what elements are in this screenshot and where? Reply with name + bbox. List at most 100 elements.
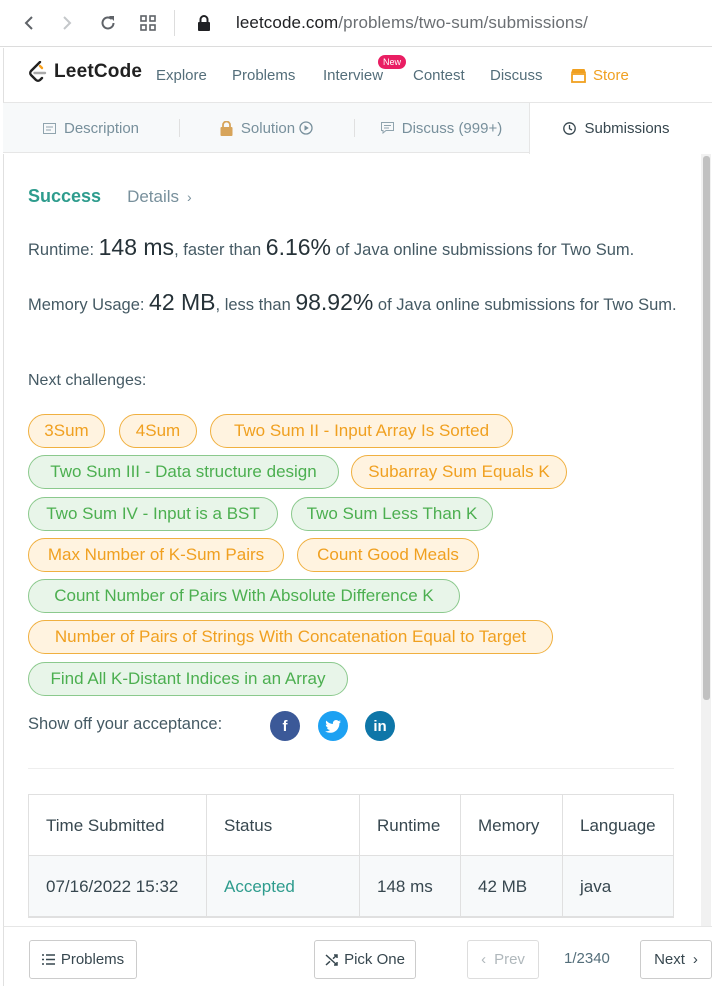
- reload-icon[interactable]: [97, 12, 119, 34]
- runtime-stat: Runtime: 148 ms, faster than 6.16% of Ja…: [28, 234, 688, 263]
- table-header-row: Time Submitted Status Runtime Memory Lan…: [29, 795, 673, 856]
- memory-tail: of Java online submissions for Two Sum.: [373, 296, 677, 314]
- tab-submissions-label: Submissions: [584, 120, 670, 137]
- memory-stat: Memory Usage: 42 MB, less than 98.92% of…: [28, 289, 688, 318]
- forward-arrow-icon[interactable]: [56, 12, 78, 34]
- twitter-bird-icon: [325, 719, 341, 733]
- section-divider: [28, 768, 674, 769]
- memory-label: Memory Usage:: [28, 296, 145, 314]
- runtime-label: Runtime:: [28, 241, 95, 259]
- memory-mid: , less than: [215, 296, 296, 314]
- runtime-value: 148 ms: [98, 234, 175, 260]
- table-header[interactable]: Language: [563, 795, 673, 856]
- browser-toolbar: leetcode.com/problems/two-sum/submission…: [0, 0, 712, 47]
- challenge-chip[interactable]: Two Sum IV - Input is a BST: [28, 497, 278, 531]
- tab-description[interactable]: Description: [3, 103, 179, 153]
- linkedin-glyph: in: [373, 717, 387, 735]
- lock-icon: [220, 120, 233, 136]
- runtime-mid: , faster than: [174, 241, 266, 259]
- challenge-chip[interactable]: Number of Pairs of Strings With Concaten…: [28, 620, 553, 654]
- table-header[interactable]: Runtime: [360, 795, 461, 856]
- share-label: Show off your acceptance:: [28, 715, 223, 733]
- back-arrow-icon[interactable]: [18, 12, 40, 34]
- nav-contest[interactable]: Contest: [413, 67, 465, 84]
- challenge-chip[interactable]: Find All K-Distant Indices in an Array: [28, 662, 348, 696]
- nav-interview[interactable]: Interview: [323, 67, 383, 84]
- comment-icon: [380, 122, 394, 134]
- chevron-right-icon: ›: [187, 189, 192, 205]
- site-navbar: LeetCode Explore Problems Interview New …: [3, 48, 712, 103]
- list-icon: [41, 954, 55, 965]
- toolbar-divider: [174, 10, 175, 36]
- pick-one-button[interactable]: Pick One: [314, 940, 416, 979]
- logo-text: LeetCode: [54, 61, 143, 82]
- challenge-chip[interactable]: Two Sum II - Input Array Is Sorted: [210, 414, 513, 448]
- prev-button[interactable]: ‹ Prev: [467, 940, 539, 979]
- challenge-chip[interactable]: Max Number of K-Sum Pairs: [28, 538, 284, 572]
- new-badge: New: [378, 55, 407, 69]
- nav-explore[interactable]: Explore: [156, 67, 207, 84]
- tab-submissions[interactable]: Submissions: [529, 103, 703, 154]
- pick-one-label: Pick One: [344, 951, 405, 968]
- challenge-chip[interactable]: Count Good Meals: [297, 538, 479, 572]
- leetcode-logo-icon: [29, 61, 47, 82]
- nav-store[interactable]: Store: [570, 67, 629, 84]
- problems-button-label: Problems: [60, 951, 125, 968]
- scrollbar[interactable]: [701, 154, 711, 926]
- tab-discuss-label: Discuss (999+): [401, 119, 503, 137]
- facebook-icon[interactable]: f: [270, 711, 300, 741]
- clock-icon: [563, 122, 577, 135]
- url-path: /problems/two-sum/submissions/: [338, 13, 588, 32]
- details-label: Details: [127, 187, 180, 206]
- address-bar[interactable]: leetcode.com/problems/two-sum/submission…: [236, 13, 588, 33]
- challenge-chip[interactable]: Two Sum Less Than K: [291, 497, 493, 531]
- tab-solution-label: Solution: [240, 119, 296, 137]
- tab-grid-icon[interactable]: [137, 12, 159, 34]
- table-cell-runtime: 148 ms: [360, 856, 461, 917]
- table-header[interactable]: Status: [207, 795, 360, 856]
- result-header: Success Details ›: [28, 186, 192, 207]
- chevron-left-icon: ‹: [481, 951, 487, 968]
- table-cell-language: java: [580, 876, 612, 896]
- page-indicator: 1/2340: [564, 950, 610, 967]
- table-header[interactable]: Memory: [461, 795, 563, 856]
- video-play-icon: [299, 121, 313, 135]
- facebook-glyph: f: [282, 717, 288, 735]
- challenge-chip[interactable]: 3Sum: [28, 414, 105, 448]
- table-cell-memory: 42 MB: [461, 856, 563, 917]
- table-row[interactable]: 07/16/2022 15:32 Accepted 148 ms 42 MB j…: [29, 856, 673, 917]
- runtime-percentile: 6.16%: [265, 234, 331, 260]
- scrollbar-thumb[interactable]: [703, 156, 710, 700]
- challenge-chip[interactable]: Count Number of Pairs With Absolute Diff…: [28, 579, 460, 613]
- problems-list-button[interactable]: Problems: [29, 940, 137, 979]
- twitter-icon[interactable]: [318, 711, 348, 741]
- next-button[interactable]: Next ›: [640, 940, 712, 979]
- description-icon: [42, 122, 56, 134]
- shuffle-icon: [325, 953, 338, 966]
- details-link[interactable]: Details ›: [127, 187, 192, 207]
- table-cell-time: 07/16/2022 15:32: [29, 856, 207, 917]
- tab-discuss[interactable]: Discuss (999+): [354, 103, 529, 153]
- store-label: Store: [593, 67, 629, 84]
- bottom-toolbar: Problems Pick One ‹ Prev 1/2340 Next ›: [3, 926, 712, 986]
- url-host: leetcode.com: [236, 13, 339, 32]
- runtime-tail: of Java online submissions for Two Sum.: [331, 241, 635, 259]
- nav-discuss[interactable]: Discuss: [490, 67, 543, 84]
- lock-icon[interactable]: [193, 12, 215, 34]
- tab-description-label: Description: [63, 119, 140, 137]
- next-challenges-label: Next challenges:: [28, 372, 147, 389]
- challenge-chip[interactable]: Two Sum III - Data structure design: [28, 455, 339, 489]
- challenge-chip[interactable]: Subarray Sum Equals K: [351, 455, 567, 489]
- table-header[interactable]: Time Submitted: [29, 795, 207, 856]
- memory-percentile: 98.92%: [295, 289, 374, 315]
- submission-status: Success: [28, 186, 102, 206]
- memory-value: 42 MB: [149, 289, 216, 315]
- store-icon: [571, 69, 586, 83]
- leetcode-logo[interactable]: LeetCode: [28, 61, 142, 83]
- challenge-chip[interactable]: 4Sum: [119, 414, 197, 448]
- nav-problems[interactable]: Problems: [232, 67, 295, 84]
- linkedin-icon[interactable]: in: [365, 711, 395, 741]
- table-cell-status[interactable]: Accepted: [207, 856, 360, 917]
- problem-tabs: Description Solution Discuss (999+) Subm…: [3, 103, 703, 154]
- tab-solution[interactable]: Solution: [179, 103, 354, 153]
